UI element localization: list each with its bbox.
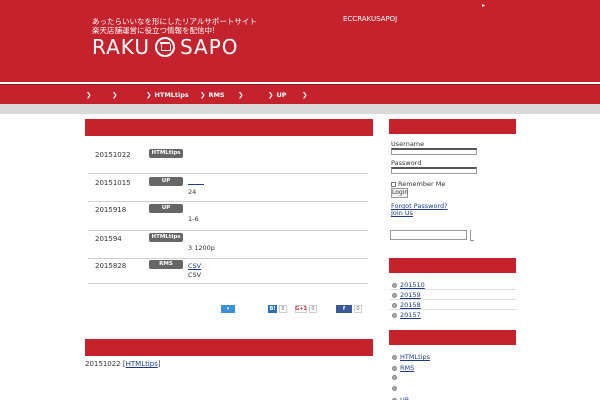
chevron-right-icon: ❯: [86, 91, 92, 99]
twitter-share[interactable]: ▾: [221, 305, 235, 313]
gplus-count: 0: [309, 305, 317, 313]
remember-me[interactable]: Remember Me: [391, 180, 445, 188]
sidebar-login-header: [389, 119, 516, 134]
list-item[interactable]: 2015918 UP 1-6: [88, 204, 368, 231]
post-date: 20151015: [95, 179, 131, 187]
post-title[interactable]: CSV: [188, 262, 201, 270]
main-nav: ❯ ❯ ❯ HTMLtips ❯ RMS ❯ ❯ UP ❯: [0, 84, 600, 104]
category-badge[interactable]: HTMLtips: [149, 233, 183, 242]
password-input[interactable]: [391, 167, 477, 174]
gplus-share[interactable]: G+1 0: [295, 305, 317, 313]
news-section-header: [85, 119, 373, 136]
post-title[interactable]: [188, 179, 204, 187]
category-item[interactable]: [392, 386, 400, 391]
sidebar-category-header: [389, 330, 516, 345]
list-item[interactable]: 2015828 RMS CSV CSV: [88, 260, 368, 284]
password-label: Password: [391, 159, 422, 167]
post-subtitle: 24: [188, 188, 197, 196]
remember-me-checkbox[interactable]: [391, 181, 396, 187]
archive-item[interactable]: 20159: [392, 291, 421, 299]
bullet-icon: [392, 312, 397, 318]
archive-item[interactable]: 20158: [392, 301, 421, 309]
chevron-right-icon: ❯: [302, 91, 308, 99]
site-logo[interactable]: RAKU SAPO: [92, 35, 239, 59]
chevron-right-icon: ❯: [146, 91, 152, 99]
post-section-header: [85, 339, 373, 356]
nav-item-up[interactable]: ❯ UP: [268, 91, 302, 99]
list-item[interactable]: 201594 HTMLtips 3 1200p: [88, 233, 368, 259]
category-badge[interactable]: UP: [149, 204, 183, 213]
post-date: 20151022: [95, 151, 131, 159]
bullet-icon: [392, 292, 397, 298]
post-date: 2015918: [95, 206, 127, 214]
divider: [390, 299, 516, 300]
logo-shop-icon: [154, 37, 175, 57]
header-note: ECCRAKUSAPOJ: [343, 15, 398, 23]
divider: [390, 309, 516, 310]
post-date: 201594: [95, 235, 122, 243]
bullet-icon: [392, 386, 397, 391]
category-item[interactable]: HTMLtips: [392, 353, 430, 361]
category-badge[interactable]: HTMLtips: [149, 149, 183, 158]
nav-item-rms[interactable]: ❯ RMS: [200, 91, 238, 99]
archive-item[interactable]: 20157: [392, 311, 421, 319]
nav-item-htmltips[interactable]: ❯ HTMLtips: [146, 91, 200, 99]
post-title-link[interactable]: [188, 179, 204, 185]
divider: [390, 289, 516, 290]
chevron-right-icon: ❯: [238, 91, 244, 99]
username-input[interactable]: [391, 148, 477, 155]
bullet-icon: [392, 375, 397, 380]
hatena-bookmark-icon[interactable]: B!: [268, 305, 277, 313]
site-header: あったらいいなを形にしたリアルサポートサイト 楽天店舗運営に役立つ情報を配信中!…: [0, 0, 600, 82]
archive-item[interactable]: 201510: [392, 281, 425, 289]
logo-text-left: RAKU: [92, 35, 150, 59]
sidebar-archive-header: [389, 258, 516, 273]
hatena-count: 0: [279, 305, 287, 313]
category-item[interactable]: UP: [392, 396, 409, 400]
chevron-right-icon: ❯: [268, 91, 274, 99]
search-input[interactable]: [390, 230, 467, 240]
facebook-icon[interactable]: f: [336, 305, 352, 313]
header-arrow-icon[interactable]: ▸: [482, 2, 485, 9]
bullet-icon: [392, 302, 397, 308]
nav-item-1[interactable]: ❯: [86, 91, 112, 99]
chevron-right-icon: ❯: [200, 91, 206, 99]
search-button[interactable]: [470, 230, 474, 241]
post-meta-line: 20151022 [HTMLtips]: [85, 360, 161, 368]
bullet-icon: [392, 365, 397, 371]
nav-item-2[interactable]: ❯: [112, 91, 146, 99]
nav-item-5[interactable]: ❯: [238, 91, 268, 99]
category-item[interactable]: RMS: [392, 364, 414, 372]
post-subtitle: 1-6: [188, 215, 199, 223]
list-item[interactable]: 20151015 UP 24: [88, 177, 368, 202]
bullet-icon: [392, 282, 397, 288]
join-us-link[interactable]: Join Us: [391, 209, 413, 217]
post-subtitle: 3 1200p: [188, 244, 215, 252]
category-badge[interactable]: UP: [149, 177, 183, 186]
bullet-icon: [392, 354, 397, 360]
username-label: Username: [391, 140, 425, 148]
list-item[interactable]: 20151022 HTMLtips: [88, 149, 368, 174]
facebook-share[interactable]: f 0: [336, 305, 362, 313]
post-date: 2015828: [95, 262, 127, 270]
category-badge[interactable]: RMS: [149, 260, 183, 269]
hatena-share[interactable]: B! 0: [268, 305, 287, 313]
post-subtitle: CSV: [188, 271, 202, 279]
post-meta-category-link[interactable]: HTMLtips: [126, 360, 158, 368]
category-item[interactable]: [392, 375, 400, 380]
twitter-icon[interactable]: ▾: [221, 305, 235, 313]
nav-item-7[interactable]: ❯: [302, 91, 332, 99]
google-plus-icon[interactable]: G+1: [295, 305, 307, 313]
subnav-strip: [0, 104, 600, 114]
post-meta-date: 20151022: [85, 360, 121, 368]
login-button[interactable]: Login: [391, 188, 408, 198]
logo-text-right: SAPO: [179, 35, 239, 59]
chevron-right-icon: ❯: [112, 91, 118, 99]
facebook-count: 0: [354, 305, 362, 313]
